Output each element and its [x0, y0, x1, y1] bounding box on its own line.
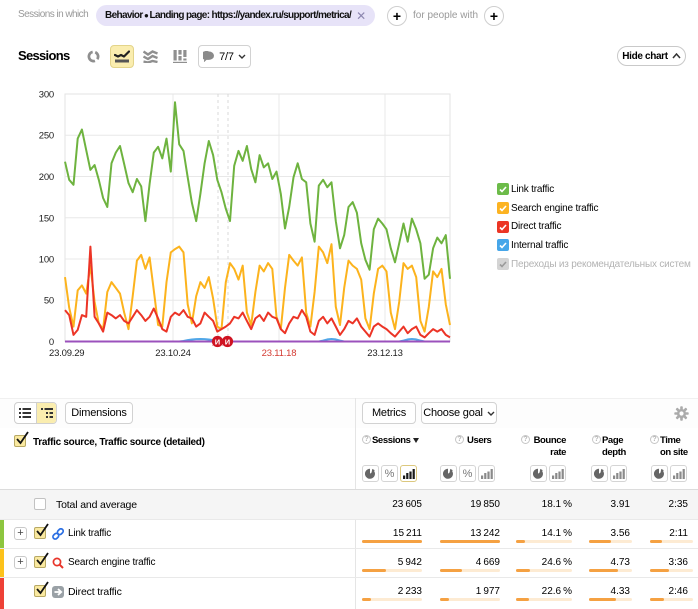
svg-text:200: 200 [39, 172, 54, 183]
svg-text:50: 50 [44, 296, 54, 307]
svg-text:23.11.18: 23.11.18 [262, 348, 297, 359]
svg-text:И: И [225, 337, 230, 346]
svg-text:23.10.24: 23.10.24 [155, 348, 190, 359]
svg-text:300: 300 [39, 90, 54, 101]
svg-text:23.09.29: 23.09.29 [49, 348, 84, 359]
svg-text:250: 250 [39, 131, 54, 142]
svg-text:100: 100 [39, 255, 54, 266]
svg-text:0: 0 [49, 337, 54, 348]
svg-text:И: И [215, 337, 220, 346]
svg-text:150: 150 [39, 213, 54, 224]
svg-text:23.12.13: 23.12.13 [367, 348, 402, 359]
